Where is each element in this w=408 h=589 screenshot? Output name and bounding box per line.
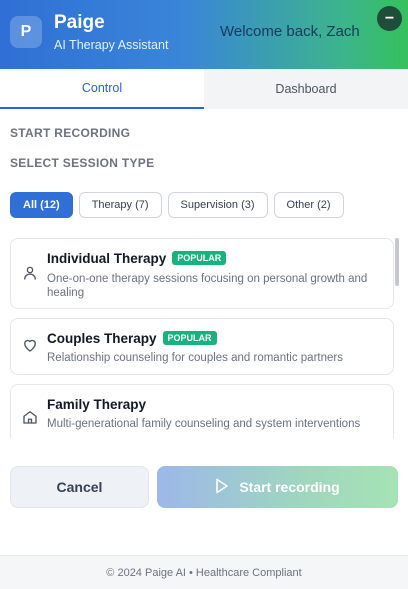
filter-supervision[interactable]: Supervision (3): [167, 192, 268, 218]
heart-icon: [21, 336, 39, 354]
session-type-heading: SELECT SESSION TYPE: [10, 156, 155, 170]
person-icon: [21, 264, 39, 282]
session-card-family[interactable]: Family Therapy Multi-generational family…: [10, 384, 394, 438]
popular-badge: POPULAR: [162, 331, 217, 345]
app-logo: P: [10, 16, 42, 48]
session-list-scrollbar[interactable]: [395, 238, 399, 286]
session-title: Individual Therapy POPULAR: [47, 251, 227, 266]
app-subtitle: AI Therapy Assistant: [54, 38, 169, 52]
play-icon: [215, 478, 229, 497]
session-title: Family Therapy: [47, 397, 147, 412]
main-tabs: Control Dashboard: [0, 69, 408, 109]
session-filters: All (12) Therapy (7) Supervision (3) Oth…: [10, 192, 344, 218]
start-recording-button[interactable]: Start recording: [157, 466, 398, 508]
filter-all[interactable]: All (12): [10, 192, 73, 218]
start-recording-heading: START RECORDING: [10, 126, 131, 140]
session-description: Multi-generational family counseling and…: [47, 418, 361, 430]
session-list[interactable]: Individual Therapy POPULAR One-on-one the…: [10, 238, 400, 438]
filter-other[interactable]: Other (2): [273, 192, 344, 218]
footer: © 2024 Paige AI • Healthcare Compliant: [0, 555, 408, 589]
cancel-button[interactable]: Cancel: [10, 466, 149, 508]
session-title: Couples Therapy POPULAR: [47, 331, 217, 346]
session-card-individual[interactable]: Individual Therapy POPULAR One-on-one the…: [10, 238, 394, 309]
app-header: P Paige AI Therapy Assistant Welcome bac…: [0, 0, 408, 69]
filter-therapy[interactable]: Therapy (7): [78, 192, 162, 218]
welcome-message: Welcome back, Zach: [220, 23, 360, 40]
popular-badge: POPULAR: [172, 251, 227, 265]
session-description: Relationship counseling for couples and …: [47, 352, 343, 364]
app-name: Paige: [54, 12, 105, 33]
minimize-button[interactable]: −: [377, 6, 402, 31]
tab-control[interactable]: Control: [0, 69, 204, 109]
start-recording-label: Start recording: [239, 479, 340, 495]
home-icon: [21, 408, 39, 426]
session-description: One-on-one therapy sessions focusing on …: [47, 273, 368, 299]
tab-dashboard[interactable]: Dashboard: [204, 69, 408, 109]
session-card-couples[interactable]: Couples Therapy POPULAR Relationship coun…: [10, 318, 394, 375]
